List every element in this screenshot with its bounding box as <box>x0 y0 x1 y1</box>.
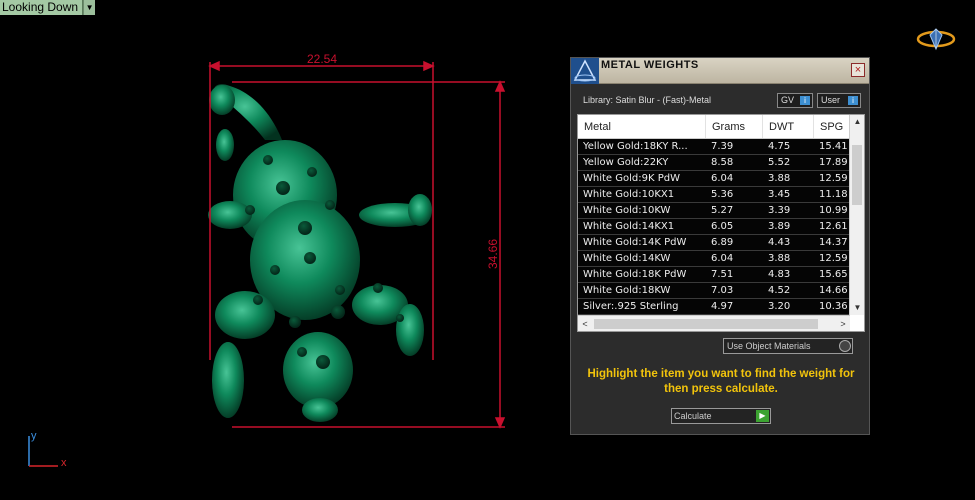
table-body: Yellow Gold:18KY R... 7.39 4.75 15.41 Yellow… <box>578 139 850 315</box>
use-object-materials-label: Use Object Materials <box>727 341 811 351</box>
cell-spg: 10.36 <box>819 301 848 312</box>
gv-button[interactable]: GV i <box>777 93 813 108</box>
cell-grams: 5.27 <box>711 205 734 216</box>
user-button[interactable]: User i <box>817 93 861 108</box>
use-object-materials-toggle[interactable]: Use Object Materials <box>723 338 853 354</box>
table-row[interactable]: White Gold:9K PdW 6.04 3.88 12.59 <box>578 171 850 187</box>
info-icon: i <box>848 96 858 105</box>
cell-spg: 15.65 <box>819 269 848 280</box>
scroll-thumb[interactable] <box>594 319 818 329</box>
cell-spg: 15.41 <box>819 141 848 152</box>
viewport-scene[interactable]: 22.54 34.66 <box>0 0 560 500</box>
dialog-title: METAL WEIGHTS <box>601 59 699 71</box>
cell-grams: 4.97 <box>711 301 734 312</box>
cell-grams: 7.51 <box>711 269 734 280</box>
vertical-scrollbar[interactable]: ▲ ▼ <box>849 115 864 315</box>
table-row[interactable]: White Gold:10KX1 5.36 3.45 11.18 <box>578 187 850 203</box>
column-header-grams[interactable]: Grams <box>706 115 763 138</box>
cell-dwt: 5.52 <box>768 157 791 168</box>
dimension-width-label: 22.54 <box>307 52 337 66</box>
green-figure-model[interactable] <box>208 84 432 422</box>
cell-spg: 12.59 <box>819 173 848 184</box>
table-header: Metal Grams DWT SPG <box>578 115 850 139</box>
hint-text: Highlight the item you want to find the … <box>587 368 855 395</box>
calculate-label: Calculate <box>674 411 712 421</box>
chevron-right-icon[interactable]: > <box>836 316 850 332</box>
cell-dwt: 3.89 <box>768 221 791 232</box>
cell-grams: 8.58 <box>711 157 734 168</box>
cell-spg: 17.89 <box>819 157 848 168</box>
cell-metal: Yellow Gold:18KY R... <box>583 141 688 152</box>
calculate-button[interactable]: Calculate ▶ <box>671 408 771 424</box>
column-header-spg[interactable]: SPG <box>814 115 850 138</box>
cell-grams: 6.04 <box>711 173 734 184</box>
cell-dwt: 3.20 <box>768 301 791 312</box>
cell-metal: White Gold:10KX1 <box>583 189 675 200</box>
dialog-titlebar[interactable]: METAL WEIGHTS × <box>571 58 869 84</box>
cell-grams: 6.05 <box>711 221 734 232</box>
cell-dwt: 3.88 <box>768 173 791 184</box>
close-icon[interactable]: × <box>851 63 865 77</box>
table-row[interactable]: White Gold:18KW 7.03 4.52 14.66 <box>578 283 850 299</box>
cell-spg: 11.18 <box>819 189 848 200</box>
cell-metal: Yellow Gold:22KY <box>583 157 669 168</box>
table-row[interactable]: White Gold:14KW 6.04 3.88 12.59 <box>578 251 850 267</box>
view-cube-icon[interactable] <box>916 27 956 51</box>
column-header-dwt[interactable]: DWT <box>763 115 814 138</box>
cell-grams: 7.03 <box>711 285 734 296</box>
table-row[interactable]: White Gold:14K PdW 6.89 4.43 14.37 <box>578 235 850 251</box>
table-row[interactable]: White Gold:18K PdW 7.51 4.83 15.65 <box>578 267 850 283</box>
table-row[interactable]: White Gold:10KW 5.27 3.39 10.99 <box>578 203 850 219</box>
cell-grams: 7.39 <box>711 141 734 152</box>
cell-spg: 14.66 <box>819 285 848 296</box>
cell-grams: 5.36 <box>711 189 734 200</box>
cell-metal: White Gold:18K PdW <box>583 269 687 280</box>
cell-dwt: 4.43 <box>768 237 791 248</box>
cell-spg: 14.37 <box>819 237 848 248</box>
cell-metal: White Gold:14KX1 <box>583 221 675 232</box>
library-label: Library: Satin Blur - (Fast)-Metal <box>583 95 712 105</box>
cell-dwt: 3.88 <box>768 253 791 264</box>
cell-metal: White Gold:14K PdW <box>583 237 687 248</box>
cell-dwt: 3.39 <box>768 205 791 216</box>
table-row[interactable]: White Gold:14KX1 6.05 3.89 12.61 <box>578 219 850 235</box>
chevron-up-icon[interactable]: ▲ <box>850 115 865 129</box>
cell-dwt: 4.52 <box>768 285 791 296</box>
cell-metal: Silver:.925 Sterling <box>583 301 679 312</box>
cell-dwt: 3.45 <box>768 189 791 200</box>
cell-metal: White Gold:9K PdW <box>583 173 680 184</box>
gv-button-label: GV <box>781 95 795 105</box>
axis-y-label: y <box>31 430 37 442</box>
metal-weights-dialog: METAL WEIGHTS × Library: Satin Blur - (F… <box>570 57 870 435</box>
cell-spg: 12.59 <box>819 253 848 264</box>
cell-grams: 6.04 <box>711 253 734 264</box>
cell-grams: 6.89 <box>711 237 734 248</box>
table-row[interactable]: Silver:.925 Sterling 4.97 3.20 10.36 <box>578 299 850 315</box>
cell-dwt: 4.83 <box>768 269 791 280</box>
chevron-down-icon[interactable]: ▼ <box>850 301 865 315</box>
axis-x-label: x <box>61 457 67 469</box>
user-button-label: User <box>821 95 841 105</box>
cell-metal: White Gold:10KW <box>583 205 671 216</box>
play-icon: ▶ <box>756 410 769 422</box>
horizontal-scrollbar[interactable]: < > <box>578 315 850 331</box>
cell-metal: White Gold:18KW <box>583 285 671 296</box>
table-row[interactable]: Yellow Gold:22KY 8.58 5.52 17.89 <box>578 155 850 171</box>
table-row[interactable]: Yellow Gold:18KY R... 7.39 4.75 15.41 <box>578 139 850 155</box>
cell-spg: 12.61 <box>819 221 848 232</box>
info-icon: i <box>800 96 810 105</box>
metal-table[interactable]: Metal Grams DWT SPG Yellow Gold:18KY R..… <box>577 114 865 332</box>
cell-metal: White Gold:14KW <box>583 253 671 264</box>
app-logo-icon <box>571 58 599 84</box>
dimension-height-label: 34.66 <box>486 239 500 269</box>
chevron-left-icon[interactable]: < <box>578 316 592 332</box>
scroll-thumb[interactable] <box>852 145 862 205</box>
cell-spg: 10.99 <box>819 205 848 216</box>
cell-dwt: 4.75 <box>768 141 791 152</box>
axis-indicator: y x <box>28 430 67 469</box>
radio-icon[interactable] <box>839 340 851 352</box>
column-header-metal[interactable]: Metal <box>578 115 706 138</box>
